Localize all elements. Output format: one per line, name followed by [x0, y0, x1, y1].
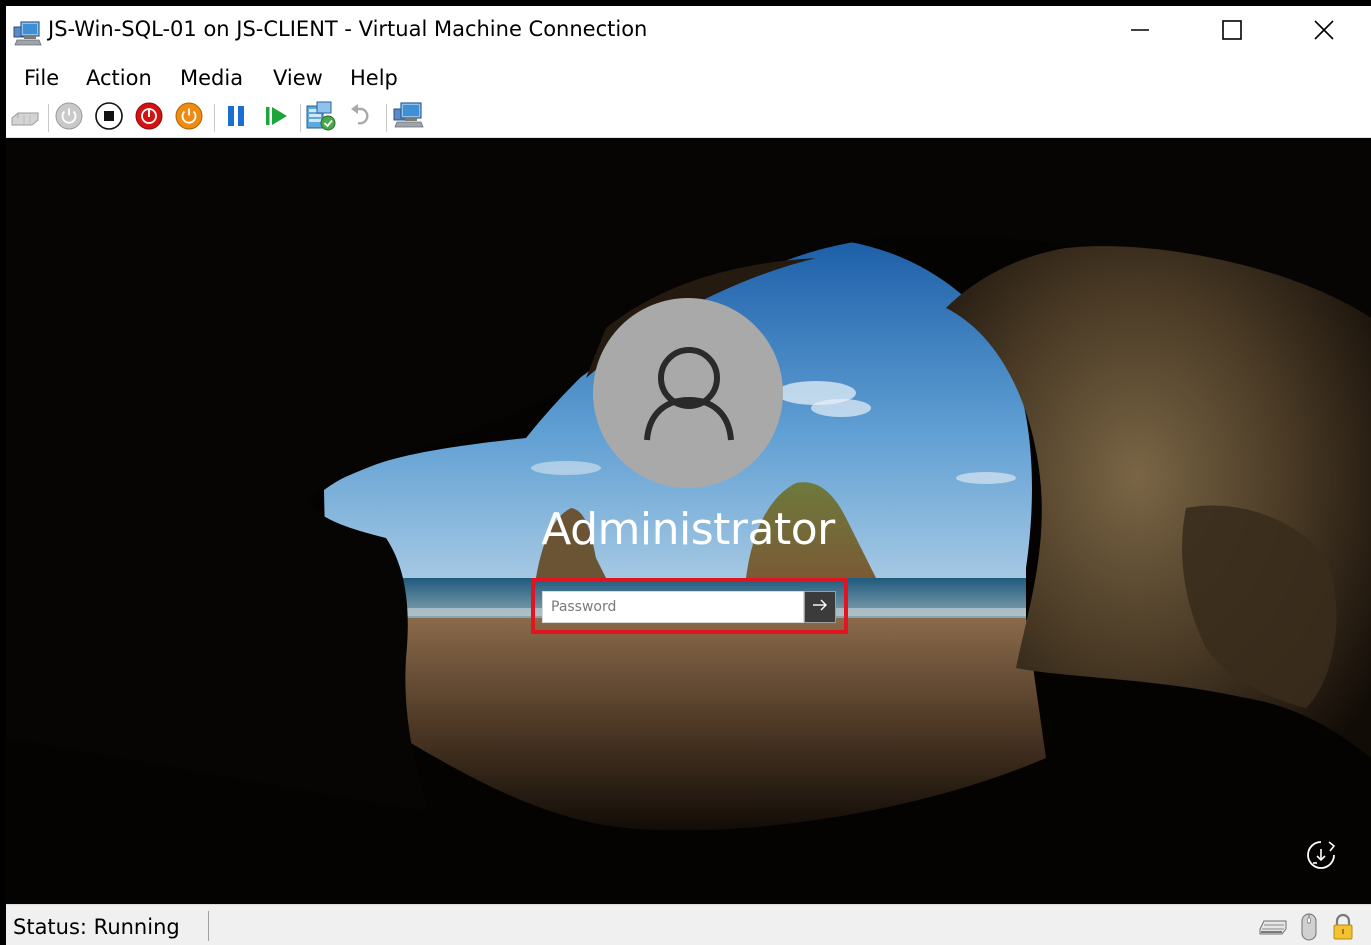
menu-file[interactable]: File	[24, 66, 59, 90]
window-frame: JS-Win-SQL-01 on JS-CLIENT - Virtual Mac…	[6, 6, 1371, 945]
toolbar-separator	[48, 104, 49, 132]
checkpoint-icon	[305, 100, 337, 136]
maximize-button[interactable]	[1186, 6, 1278, 58]
ease-of-access-icon	[1303, 837, 1339, 877]
ease-of-access-button[interactable]	[1302, 838, 1340, 876]
save-button[interactable]	[174, 101, 204, 135]
vm-connection-window: JS-Win-SQL-01 on JS-CLIENT - Virtual Mac…	[0, 0, 1371, 945]
vm-connection-app-icon	[13, 20, 43, 48]
resume-button[interactable]	[261, 103, 291, 133]
checkpoint-button[interactable]	[305, 100, 337, 136]
pause-icon	[221, 101, 251, 135]
turn-off-icon	[94, 101, 124, 135]
lock-icon	[1328, 913, 1358, 941]
user-avatar	[593, 298, 783, 488]
toolbar	[6, 98, 1371, 138]
status-text: Status: Running	[13, 915, 180, 939]
ctrl-alt-del-icon	[10, 104, 40, 132]
minimize-button[interactable]	[1094, 6, 1186, 58]
start-button[interactable]	[54, 101, 84, 135]
title-bar[interactable]: JS-Win-SQL-01 on JS-CLIENT - Virtual Mac…	[6, 6, 1371, 58]
menu-help[interactable]: Help	[350, 66, 398, 90]
revert-button[interactable]	[347, 103, 377, 133]
toolbar-separator	[300, 104, 301, 132]
ctrl-alt-del-button[interactable]	[10, 103, 40, 133]
menu-media[interactable]: Media	[180, 66, 243, 90]
toolbar-separator	[386, 104, 387, 132]
close-icon	[1314, 20, 1334, 44]
username-label: Administrator	[541, 504, 835, 555]
start-icon	[54, 101, 84, 135]
close-button[interactable]	[1278, 6, 1370, 58]
mouse-icon	[1294, 913, 1324, 941]
keyboard-icon	[1258, 913, 1288, 941]
maximize-icon	[1222, 20, 1242, 44]
submit-button[interactable]	[804, 591, 836, 623]
revert-icon	[347, 101, 377, 135]
turn-off-button[interactable]	[94, 101, 124, 135]
resume-icon	[261, 101, 291, 135]
pause-button[interactable]	[221, 103, 251, 133]
vm-display[interactable]: Administrator	[6, 138, 1371, 904]
enhanced-session-icon	[393, 101, 425, 135]
arrow-right-icon	[811, 597, 829, 617]
menu-bar: File Action Media View Help	[6, 58, 1371, 98]
save-icon	[174, 101, 204, 135]
window-title: JS-Win-SQL-01 on JS-CLIENT - Virtual Mac…	[48, 17, 648, 41]
minimize-icon	[1130, 20, 1150, 44]
enhanced-session-button[interactable]	[393, 101, 425, 135]
menu-action[interactable]: Action	[86, 66, 152, 90]
status-separator	[208, 911, 209, 941]
shutdown-icon	[134, 101, 164, 135]
menu-view[interactable]: View	[273, 66, 323, 90]
password-input[interactable]	[542, 591, 804, 623]
toolbar-separator	[214, 104, 215, 132]
shutdown-button[interactable]	[134, 101, 164, 135]
status-bar: Status: Running	[6, 904, 1371, 945]
